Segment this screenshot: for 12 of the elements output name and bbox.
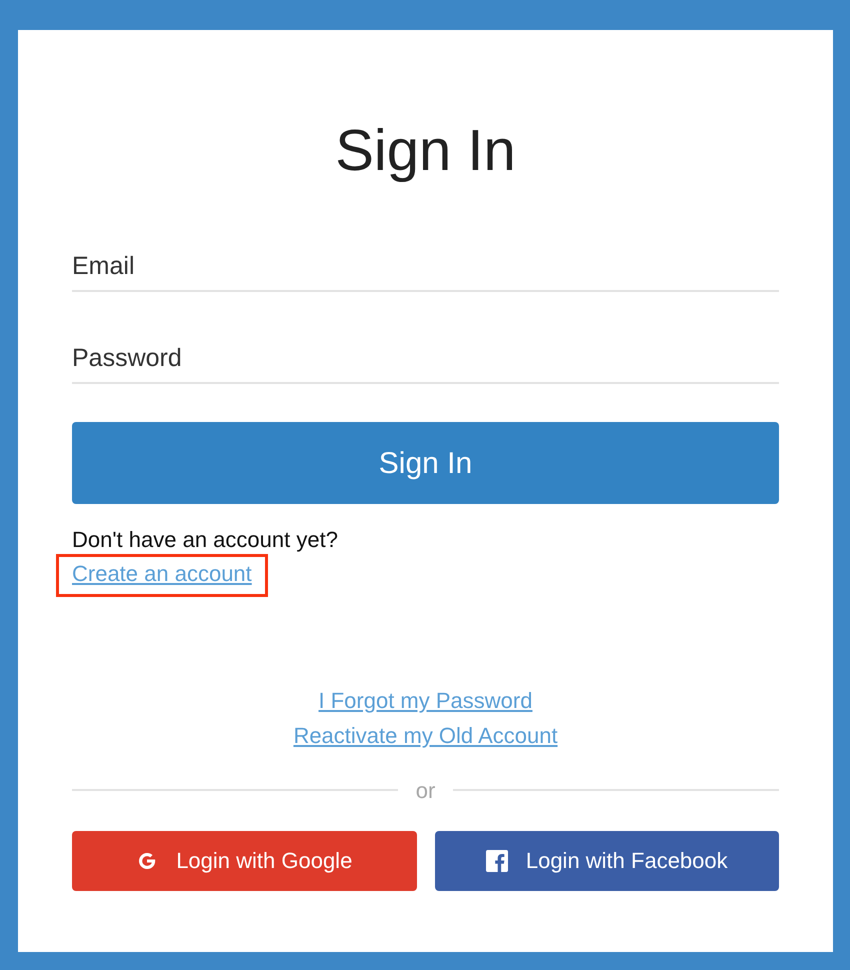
create-account-link[interactable]: Create an account [72,560,252,586]
input-field[interactable]: Password [72,340,779,384]
social-login-button[interactable]: Login with Google [72,830,416,890]
text-link[interactable]: Reactivate my Old Account [293,722,558,750]
signup-prompt: Don't have an account yet? [72,526,338,554]
text-link[interactable]: I Forgot my Password [318,686,532,714]
social-login-button[interactable]: Login with Facebook [434,830,779,890]
sign-in-button[interactable]: Sign In [72,422,779,504]
input-field[interactable]: Email [72,248,779,292]
page-title: Sign In [335,122,516,180]
divider-label: or [416,776,436,804]
facebook-icon [486,850,508,872]
